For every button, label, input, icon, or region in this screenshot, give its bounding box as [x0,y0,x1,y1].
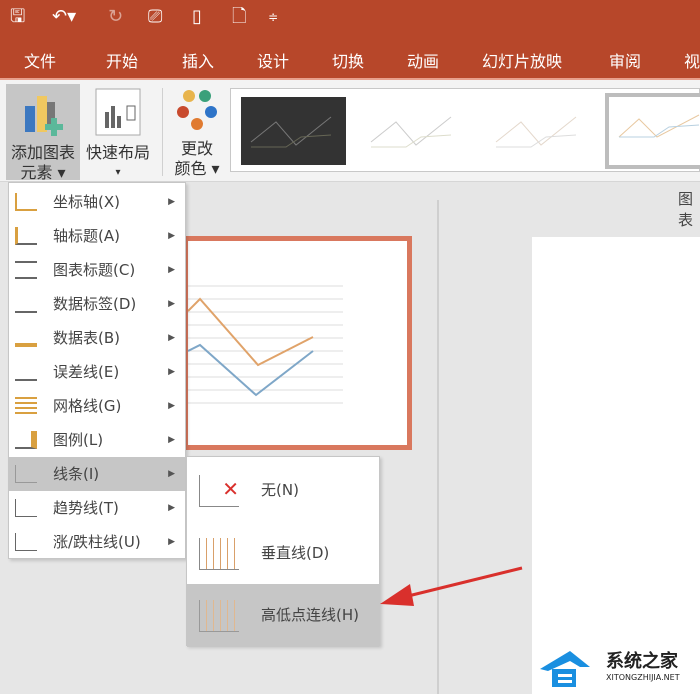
chart-style-3[interactable] [486,97,591,165]
chart-style-1[interactable] [241,97,346,165]
high-low-lines-icon [199,600,239,632]
quick-layout-icon [95,88,141,136]
tab-home[interactable]: 开始 [106,48,138,72]
submenu-arrow-icon: ▶ [168,265,175,275]
chart-title-icon [15,261,37,279]
up-down-bars-icon [15,533,37,551]
chart-style-4[interactable] [605,93,700,169]
menu-item-axes[interactable]: 坐标轴(X) ▶ [9,185,185,219]
undo-icon[interactable]: ↶▾ [52,6,76,28]
pane-divider[interactable] [437,200,439,694]
submenu-arrow-icon: ▶ [168,333,175,343]
menu-item-legend[interactable]: 图例(L) ▶ [9,423,185,457]
submenu-item-drop-lines[interactable]: 垂直线(D) [187,522,379,585]
submenu-arrow-icon: ▶ [168,197,175,207]
error-bars-icon [15,363,37,381]
submenu-arrow-icon: ▶ [168,537,175,547]
trendline-icon [15,499,37,517]
watermark-logo: 系统之家 XITONGZHIJIA.NET [540,645,700,694]
tab-review[interactable]: 审阅 [609,48,641,72]
submenu-arrow-icon: ▶ [168,367,175,377]
change-colors-icon [177,90,217,130]
house-logo-icon [540,651,590,687]
present-icon[interactable]: ⎚ [148,6,162,28]
menu-item-up-down-bars[interactable]: 涨/跌柱线(U) ▶ [9,525,185,559]
gridlines-icon [15,397,37,415]
chart-style-gallery [230,88,700,172]
quick-layout-button[interactable]: 快速布局 ▾ [82,84,154,180]
quick-layout-label: 快速布局 [85,143,150,162]
lines-submenu: ✕ 无(N) 垂直线(D) 高低点连线(H) [186,456,380,647]
watermark-name: 系统之家 [606,651,678,672]
series-blue-line [187,343,314,397]
submenu-arrow-icon: ▶ [168,299,175,309]
menu-item-trendline[interactable]: 趋势线(T) ▶ [9,491,185,525]
data-table-icon [15,329,37,347]
menu-item-data-labels[interactable]: 数据标签(D) ▶ [9,287,185,321]
tab-insert[interactable]: 插入 [182,48,214,72]
quick-access-toolbar: 🖫 ↶▾ ↻ ⎚ ▯ 🗋 ≑ [0,0,700,36]
submenu-item-none[interactable]: ✕ 无(N) [187,459,379,522]
legend-icon [15,431,37,449]
redo-icon[interactable]: ↻ [108,6,123,28]
menu-item-axis-titles[interactable]: 轴标题(A) ▶ [9,219,185,253]
tab-animations[interactable]: 动画 [407,48,439,72]
new-icon[interactable]: ▯ [192,6,202,28]
drop-lines-icon [199,538,239,570]
menu-item-lines[interactable]: 线条(I) ▶ [9,457,185,491]
print-preview-icon[interactable]: 🗋 [232,6,246,28]
watermark-url: XITONGZHIJIA.NET [606,673,680,682]
no-lines-icon: ✕ [199,475,239,507]
change-colors-button[interactable]: 更改 颜色 ▾ [168,84,226,180]
tab-slideshow[interactable]: 幻灯片放映 [482,48,562,72]
tab-file[interactable]: 文件 [24,48,56,72]
submenu-arrow-icon: ▶ [168,231,175,241]
tab-transitions[interactable]: 切换 [332,48,364,72]
ribbon-separator [162,88,163,176]
slide-thumbnail[interactable] [183,236,412,450]
add-chart-element-label: 添加图表 [10,143,75,162]
menu-item-data-table[interactable]: 数据表(B) ▶ [9,321,185,355]
customize-icon[interactable]: ≑ [268,6,278,28]
lines-icon [15,465,37,483]
submenu-item-high-low-lines[interactable]: 高低点连线(H) [187,584,379,647]
quick-layout-arrow: ▾ [115,167,121,178]
chart-group-label: 图表 [678,190,694,229]
submenu-arrow-icon: ▶ [168,401,175,411]
data-labels-icon [15,295,37,313]
tab-view[interactable]: 视 [684,48,700,72]
add-chart-element-icon [25,96,63,136]
slide-canvas[interactable] [532,237,700,694]
add-chart-element-label-2: 元素 ▾ [20,163,66,182]
axis-titles-icon [15,227,37,245]
submenu-arrow-icon: ▶ [168,503,175,513]
red-arrow-annotation [380,566,523,606]
add-chart-element-button[interactable]: 添加图表 元素 ▾ [6,84,80,182]
change-colors-label-2: 颜色 ▾ [174,159,220,178]
menu-item-gridlines[interactable]: 网格线(G) ▶ [9,389,185,423]
save-icon[interactable]: 🖫 [10,6,25,28]
add-chart-element-menu: 坐标轴(X) ▶ 轴标题(A) ▶ 图表标题(C) ▶ 数据标签(D) ▶ 数据表(B)… [8,182,186,559]
submenu-arrow-icon: ▶ [168,435,175,445]
menu-item-chart-title[interactable]: 图表标题(C) ▶ [9,253,185,287]
submenu-arrow-icon: ▶ [168,469,175,479]
tab-design[interactable]: 设计 [257,48,289,72]
chart-style-2[interactable] [361,97,466,165]
menu-item-error-bars[interactable]: 误差线(E) ▶ [9,355,185,389]
axes-icon [15,193,37,211]
change-colors-label: 更改 [180,139,213,158]
chart-preview [187,285,343,404]
series-orange-line [187,297,314,367]
ribbon-tabs: 文件 开始 插入 设计 切换 动画 幻灯片放映 审阅 视 [0,36,700,80]
